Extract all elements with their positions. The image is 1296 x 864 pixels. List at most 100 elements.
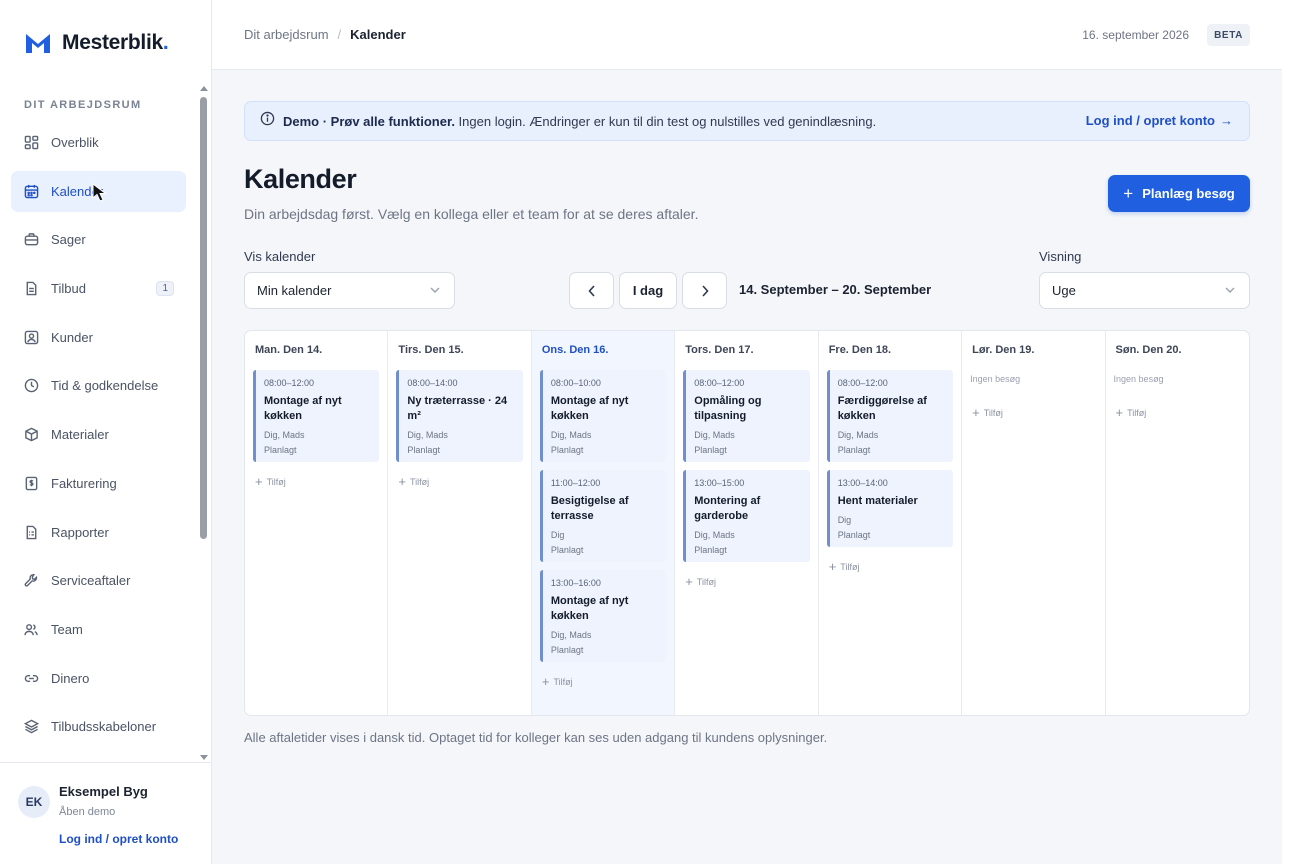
event-time: 13:00–16:00: [550, 578, 601, 588]
plus-icon: +: [972, 405, 980, 420]
event-title: Montage af nyt køkken: [264, 395, 342, 422]
scroll-up-arrow-icon[interactable]: [200, 86, 208, 91]
event-assignees: Dig, Mads: [694, 430, 735, 440]
banner-login-link[interactable]: Log ind / opret konto →: [1086, 113, 1233, 128]
document-icon: [23, 281, 39, 297]
sidebar-item-label: Kunder: [51, 329, 93, 345]
add-visit-button[interactable]: + Tilføj: [255, 474, 379, 489]
event-card[interactable]: 13:00–15:00 Montering af garderobe Dig, Ma…: [683, 470, 810, 562]
plan-visit-button[interactable]: + Planlæg besøg: [1108, 175, 1250, 212]
add-visit-button[interactable]: + Tilføj: [1116, 405, 1241, 420]
sidebar-item-tilbudsskabeloner[interactable]: Tilbudsskabeloner: [11, 706, 186, 747]
sidebar-item-fakturering[interactable]: Fakturering: [11, 463, 186, 504]
add-visit-label: Tilføj: [266, 476, 286, 487]
sidebar-item-kunder[interactable]: Kunder: [11, 317, 186, 358]
chevron-down-icon: [430, 287, 440, 293]
sidebar-item-label: Sager: [51, 232, 86, 248]
day-column[interactable]: Tirs. Den 15. 08:00–14:00 Ny træterrasse ·…: [388, 331, 532, 715]
day-header: Tors. Den 17.: [685, 344, 754, 356]
add-visit-button[interactable]: + Tilføj: [829, 559, 953, 574]
brand-logo[interactable]: Mesterblik.: [24, 31, 169, 55]
event-title: Opmåling og tilpasning: [694, 395, 762, 422]
view-select-label: Visning: [1039, 249, 1082, 264]
sidebar-login-link[interactable]: Log ind / opret konto: [59, 832, 178, 846]
day-column[interactable]: Man. Den 14. 08:00–12:00 Montage af nyt kø…: [245, 331, 389, 715]
sidebar-item-label: Materialer: [51, 427, 109, 443]
chevron-down-icon: [1225, 287, 1235, 293]
add-visit-label: Tilføj: [410, 476, 430, 487]
previous-week-button[interactable]: [569, 272, 614, 309]
sidebar-scrollbar[interactable]: [198, 84, 210, 762]
add-visit-button[interactable]: + Tilføj: [685, 574, 809, 589]
grid-icon: [23, 135, 39, 151]
day-column[interactable]: Lør. Den 19. Ingen besøg + Tilføj: [962, 331, 1106, 715]
sidebar-item-tid-godkendelse[interactable]: Tid & godkendelse: [11, 365, 186, 406]
day-events: 08:00–14:00 Ny træterrasse · 24 m² Dig, Ma…: [396, 370, 523, 489]
sidebar-item-dinero[interactable]: Dinero: [11, 658, 186, 699]
week-calendar: Man. Den 14. 08:00–12:00 Montage af nyt kø…: [244, 330, 1250, 716]
sidebar-item-label: Serviceaftaler: [51, 573, 131, 589]
mesterblik-logo-icon: [26, 34, 50, 53]
layers-icon: [23, 719, 39, 735]
chevron-left-icon: [587, 284, 595, 297]
arrow-right-icon: →: [1220, 113, 1233, 128]
day-events: Ingen besøg + Tilføj: [1114, 370, 1241, 420]
event-card[interactable]: 08:00–12:00 Opmåling og tilpasning Dig, Ma…: [683, 370, 810, 462]
calendar-select[interactable]: Min kalender: [244, 272, 455, 309]
info-icon: [260, 111, 275, 131]
add-visit-button[interactable]: + Tilføj: [398, 474, 522, 489]
view-select[interactable]: Uge: [1039, 272, 1250, 309]
scrollbar-thumb[interactable]: [200, 97, 207, 539]
day-header: Man. Den 14.: [255, 344, 323, 356]
calendar-select-value: Min kalender: [257, 283, 332, 298]
day-events: 08:00–12:00 Opmåling og tilpasning Dig, Ma…: [683, 370, 810, 589]
add-visit-button[interactable]: + Tilføj: [542, 674, 666, 689]
event-assignees: Dig: [837, 515, 852, 525]
plus-icon: +: [541, 674, 550, 689]
day-events: 08:00–12:00 Montage af nyt køkken Dig, Mad…: [253, 370, 380, 489]
event-status: Planlagt: [550, 445, 584, 455]
sidebar-item-team[interactable]: Team: [11, 609, 186, 650]
event-card[interactable]: 13:00–14:00 Hent materialer Dig Planlagt: [826, 470, 954, 547]
event-card[interactable]: 08:00–10:00 Montage af nyt køkken Dig, Mad…: [539, 370, 667, 462]
sidebar-item-rapporter[interactable]: Rapporter: [11, 512, 186, 553]
day-events: 08:00–10:00 Montage af nyt køkken Dig, Mad…: [539, 370, 667, 689]
timezone-note: Alle aftaletider vises i dansk tid. Opta…: [244, 730, 828, 745]
sidebar-item-label: Tilbudsskabeloner: [51, 719, 157, 735]
day-column[interactable]: Tors. Den 17. 08:00–12:00 Opmåling og tilp…: [675, 331, 819, 715]
event-time: 08:00–12:00: [694, 378, 745, 388]
event-card[interactable]: 11:00–12:00 Besigtigelse af terrasse Dig Pl…: [539, 470, 667, 562]
day-column[interactable]: Ons. Den 16. 08:00–10:00 Montage af nyt kø…: [531, 331, 676, 715]
sidebar-item-tilbud[interactable]: Tilbud 1: [11, 268, 186, 309]
scroll-down-arrow-icon[interactable]: [200, 755, 208, 760]
event-title: Montering af garderobe: [694, 495, 761, 522]
day-column[interactable]: Søn. Den 20. Ingen besøg + Tilføj: [1106, 331, 1249, 715]
today-button[interactable]: I dag: [619, 272, 677, 309]
event-card[interactable]: 13:00–16:00 Montage af nyt køkken Dig, Mad…: [539, 570, 667, 662]
event-title: Færdiggørelse af køkken: [837, 395, 927, 422]
avatar: EK: [18, 786, 50, 818]
day-header: Lør. Den 19.: [972, 344, 1035, 356]
sidebar-item-sager[interactable]: Sager: [11, 219, 186, 260]
next-week-button[interactable]: [682, 272, 727, 309]
event-card[interactable]: 08:00–12:00 Montage af nyt køkken Dig, Mad…: [253, 370, 380, 462]
event-card[interactable]: 08:00–12:00 Færdiggørelse af køkken Dig, M…: [826, 370, 954, 462]
invoice-icon: [23, 475, 39, 491]
day-column[interactable]: Fre. Den 18. 08:00–12:00 Færdiggørelse af …: [819, 331, 963, 715]
calendar-select-label: Vis kalender: [244, 249, 316, 264]
sidebar-item-materialer[interactable]: Materialer: [11, 414, 186, 455]
breadcrumb-root[interactable]: Dit arbejdsrum: [244, 27, 329, 42]
add-visit-button[interactable]: + Tilføj: [972, 405, 1096, 420]
date-range: 14. September – 20. September: [739, 282, 932, 297]
event-card[interactable]: 08:00–14:00 Ny træterrasse · 24 m² Dig, Ma…: [396, 370, 523, 462]
mouse-cursor-icon: [92, 183, 107, 202]
sidebar-item-overblik[interactable]: Overblik: [11, 122, 186, 163]
add-visit-label: Tilføj: [696, 576, 717, 587]
sidebar-item-label: Tid & godkendelse: [51, 378, 159, 394]
sidebar-item-serviceaftaler[interactable]: Serviceaftaler: [11, 560, 186, 601]
event-assignees: Dig, Mads: [837, 430, 879, 440]
event-title: Hent materialer: [837, 495, 918, 507]
report-icon: [23, 524, 39, 540]
window-edge: [1282, 0, 1296, 864]
no-visits-text: Ingen besøg: [970, 374, 1021, 384]
